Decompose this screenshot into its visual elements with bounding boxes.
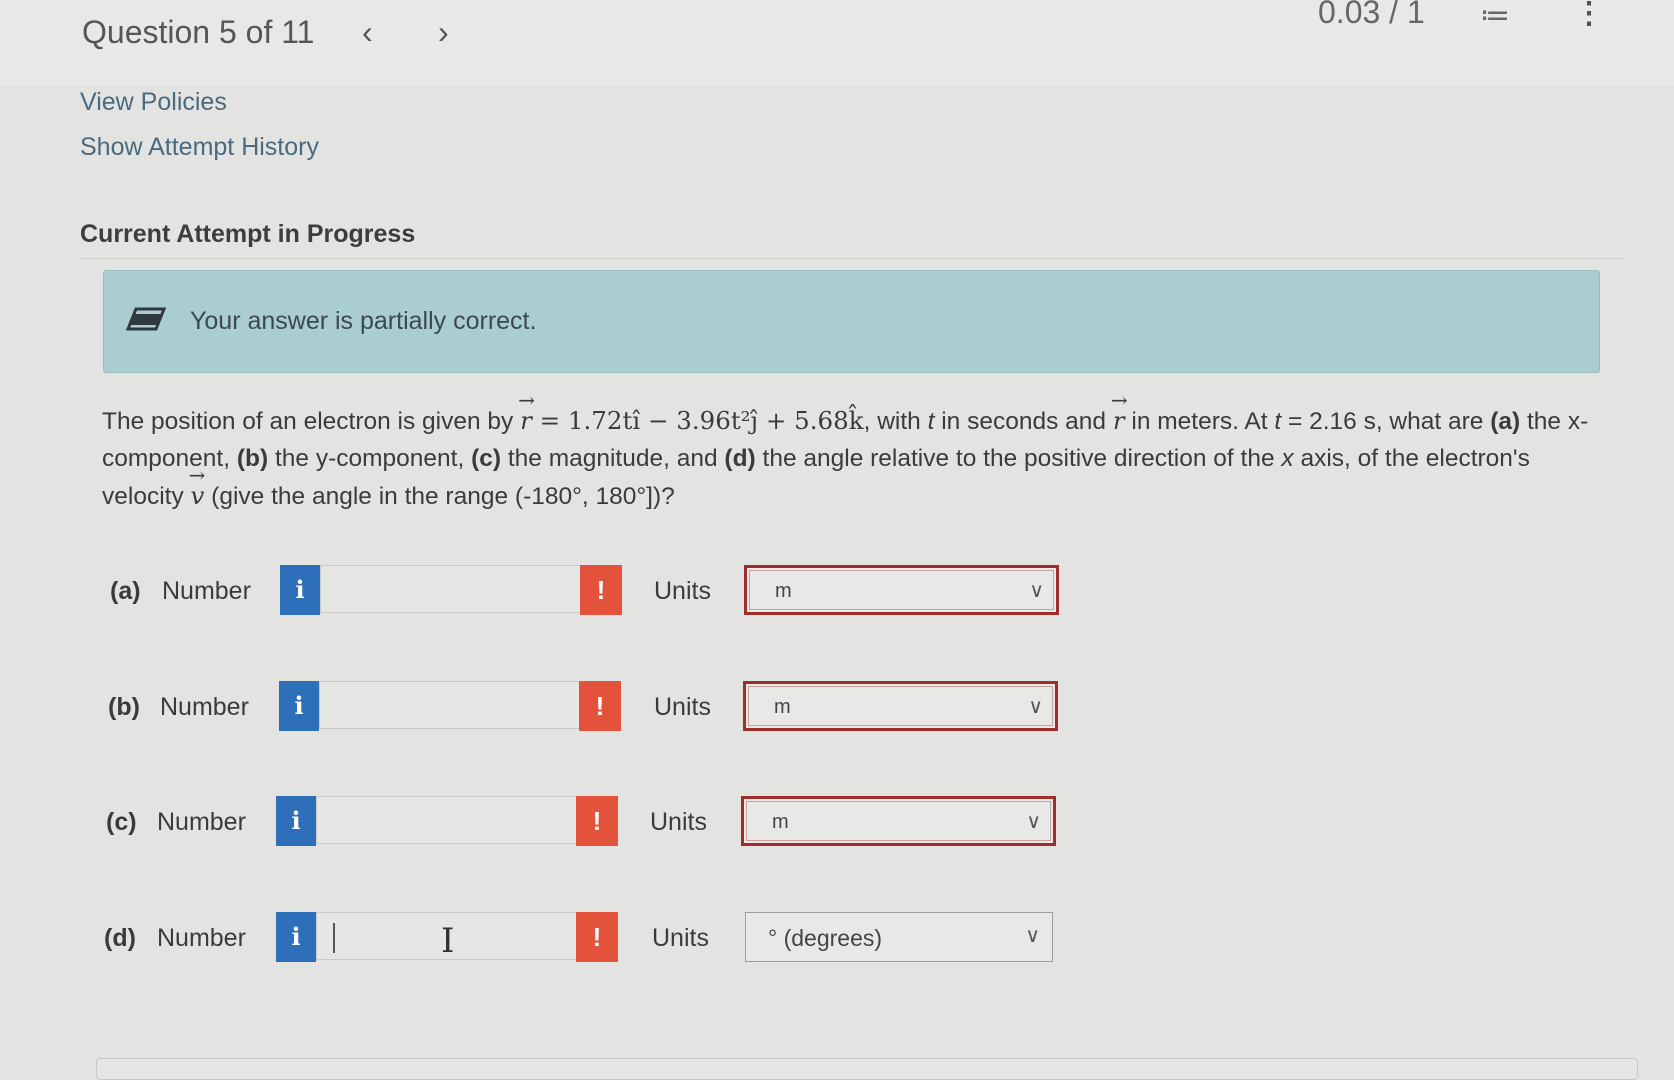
answer-row-d: (d) Number i I ! Units ° (degrees) ∨ bbox=[0, 912, 1674, 966]
next-section-box bbox=[96, 1058, 1638, 1080]
number-input[interactable] bbox=[316, 796, 586, 844]
units-select[interactable]: ° (degrees) ∨ bbox=[745, 912, 1053, 962]
part-label: (c) bbox=[106, 808, 137, 836]
units-label: Units bbox=[654, 693, 711, 721]
part-label: (d) bbox=[104, 924, 136, 952]
units-value: ° (degrees) bbox=[768, 925, 883, 951]
warning-button[interactable]: ! bbox=[576, 796, 618, 846]
chevron-down-icon: ∨ bbox=[1026, 811, 1041, 833]
feedback-banner: Your answer is partially correct. bbox=[103, 270, 1600, 373]
units-value: m bbox=[775, 580, 792, 602]
part-label: (b) bbox=[108, 693, 140, 721]
units-select[interactable]: m ∨ bbox=[741, 796, 1056, 846]
number-input[interactable] bbox=[320, 565, 590, 613]
units-select[interactable]: m ∨ bbox=[744, 565, 1059, 615]
text-cursor bbox=[333, 923, 335, 953]
question-counter: Question 5 of 11 bbox=[82, 14, 315, 50]
units-value: m bbox=[774, 696, 791, 718]
number-input[interactable]: I bbox=[316, 912, 586, 961]
info-button[interactable]: i bbox=[279, 681, 319, 731]
answer-row-a: (a) Number i ! Units m ∨ bbox=[0, 565, 1674, 619]
warning-button[interactable]: ! bbox=[576, 912, 618, 962]
list-icon[interactable]: ≔ bbox=[1480, 0, 1510, 33]
units-select[interactable]: m ∨ bbox=[743, 681, 1058, 731]
number-label: Number bbox=[162, 577, 251, 605]
show-attempt-history-link[interactable]: Show Attempt History bbox=[80, 133, 319, 162]
attempt-status-title: Current Attempt in Progress bbox=[80, 220, 416, 248]
ibeam-cursor-icon: I bbox=[441, 921, 455, 961]
units-label: Units bbox=[650, 808, 707, 836]
chevron-left-icon[interactable]: ‹ bbox=[362, 14, 373, 51]
view-policies-link[interactable]: View Policies bbox=[80, 88, 227, 117]
chevron-down-icon: ∨ bbox=[1025, 925, 1040, 947]
answer-row-c: (c) Number i ! Units m ∨ bbox=[0, 796, 1674, 850]
answer-row-b: (b) Number i ! Units m ∨ bbox=[0, 681, 1674, 735]
number-input[interactable] bbox=[319, 681, 589, 729]
warning-button[interactable]: ! bbox=[580, 565, 622, 615]
info-button[interactable]: i bbox=[280, 565, 320, 615]
warning-button[interactable]: ! bbox=[579, 681, 621, 731]
units-value: m bbox=[772, 811, 789, 833]
question-text: The position of an electron is given by … bbox=[102, 382, 1602, 515]
feedback-text: Your answer is partially correct. bbox=[190, 307, 537, 335]
chevron-right-icon[interactable]: › bbox=[438, 14, 449, 51]
info-button[interactable]: i bbox=[276, 796, 316, 846]
more-vertical-icon[interactable]: ⋮ bbox=[1574, 0, 1604, 31]
position-equation: = 1.72tî − 3.96t²ĵ + 5.68k̂ bbox=[531, 406, 864, 435]
divider bbox=[80, 258, 1625, 259]
chevron-down-icon: ∨ bbox=[1028, 696, 1043, 718]
units-label: Units bbox=[652, 924, 709, 952]
number-label: Number bbox=[160, 693, 249, 721]
number-label: Number bbox=[157, 808, 246, 836]
eraser-icon bbox=[125, 307, 167, 338]
info-button[interactable]: i bbox=[276, 912, 316, 962]
vector-r: r bbox=[518, 382, 534, 439]
score-display: 0.03 / 1 bbox=[1318, 0, 1425, 30]
number-label: Number bbox=[157, 924, 246, 952]
chevron-down-icon: ∨ bbox=[1029, 580, 1044, 602]
units-label: Units bbox=[654, 577, 711, 605]
part-label: (a) bbox=[110, 577, 141, 605]
